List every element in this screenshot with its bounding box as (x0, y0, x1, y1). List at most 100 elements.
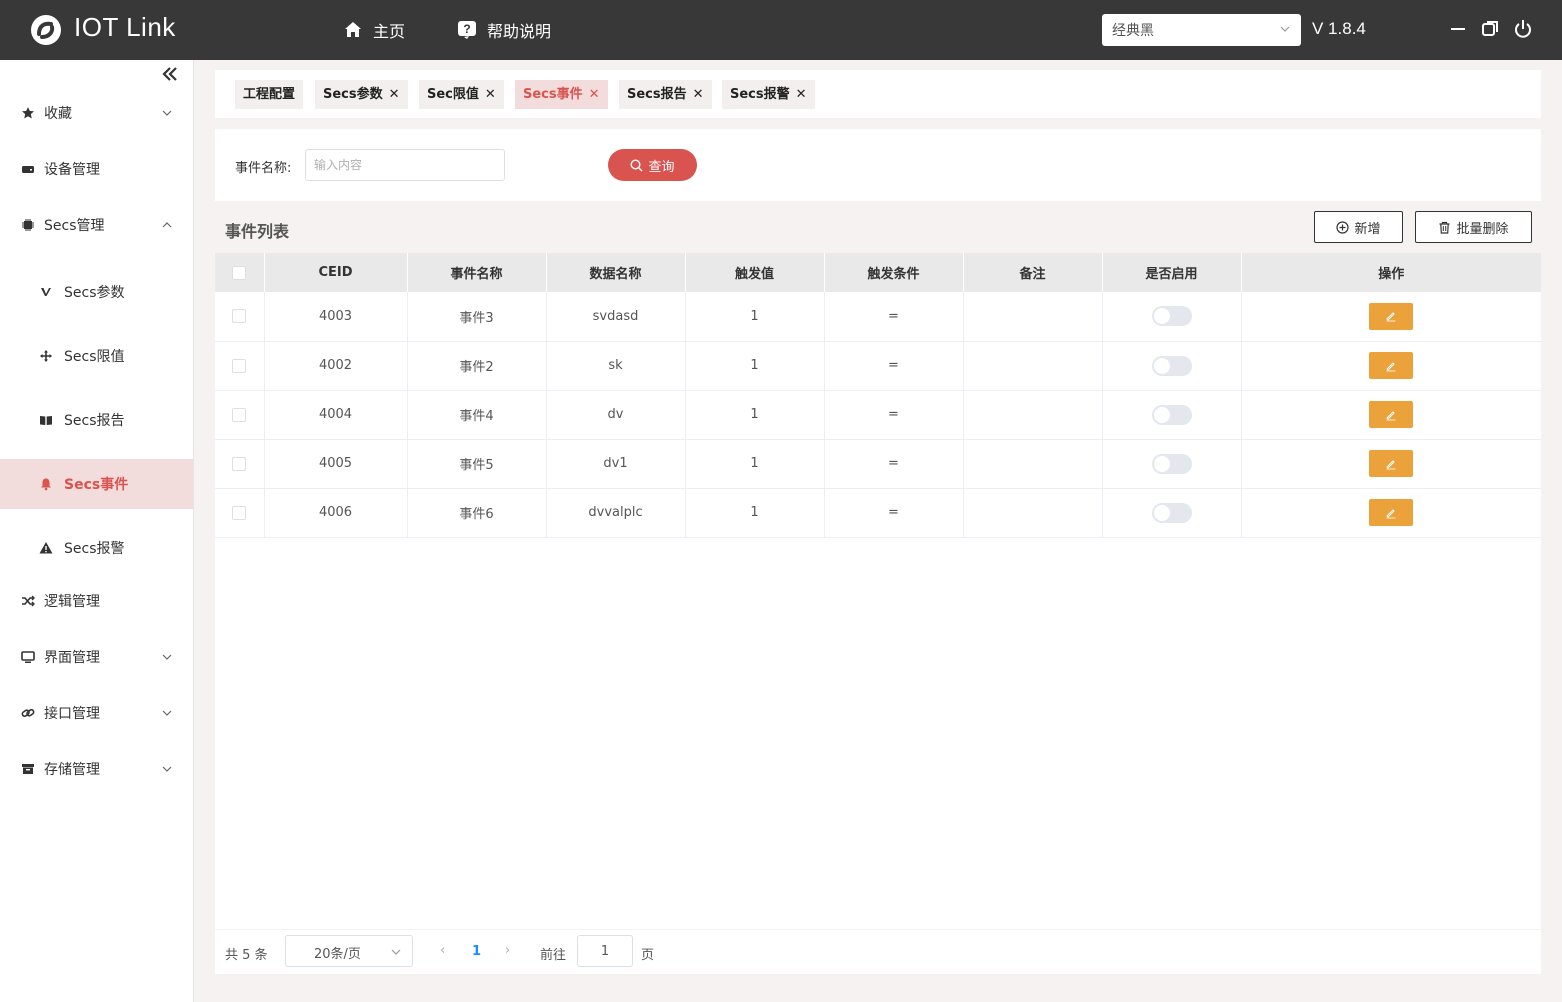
event-name-input[interactable] (305, 149, 505, 181)
tab-secs-alarm[interactable]: Secs报警 ✕ (722, 80, 815, 109)
shuffle-icon (20, 593, 36, 609)
sidebar-item-label: 界面管理 (44, 650, 100, 666)
warning-icon (38, 540, 54, 556)
edit-button[interactable] (1369, 450, 1414, 477)
cell-event-name: 事件6 (407, 488, 547, 537)
sidebar-item-label: 接口管理 (44, 706, 100, 722)
close-icon[interactable]: ✕ (693, 80, 704, 109)
column-header: 数据名称 (546, 253, 686, 292)
chevron-down-icon (1280, 26, 1290, 32)
sidebar-item-secs[interactable]: Secs管理 (0, 200, 193, 250)
close-icon[interactable]: ✕ (796, 80, 807, 109)
enable-toggle[interactable] (1151, 306, 1192, 327)
sidebar-item-logic[interactable]: 逻辑管理 (0, 576, 193, 626)
chevron-down-icon (391, 949, 401, 955)
sidebar-item-secs-param[interactable]: Secs参数 (0, 267, 193, 317)
edit-button[interactable] (1369, 352, 1414, 379)
cell-event-name: 事件5 (407, 439, 547, 488)
cell-note (963, 439, 1103, 488)
chevron-down-icon (162, 654, 172, 660)
tab-label: Secs事件 (523, 87, 583, 102)
close-icon[interactable]: ✕ (389, 80, 400, 109)
restore-icon[interactable] (1480, 18, 1502, 40)
cell-trigger-value: 1 (685, 292, 825, 341)
search-icon (630, 158, 643, 171)
edit-button[interactable] (1369, 499, 1414, 526)
enable-toggle[interactable] (1151, 453, 1192, 474)
search-label: 事件名称: (235, 161, 292, 176)
column-header: 备注 (963, 253, 1103, 292)
sidebar-item-storage[interactable]: 存储管理 (0, 744, 193, 794)
cell-data-name: sk (546, 341, 686, 390)
cell-trigger-value: 1 (685, 439, 825, 488)
sidebar-item-secs-limit[interactable]: Secs限值 (0, 331, 193, 381)
add-button[interactable]: 新增 (1314, 211, 1403, 243)
edit-button[interactable] (1369, 401, 1414, 428)
table-row: 4002 事件2 sk 1 = (215, 341, 1541, 390)
enable-toggle[interactable] (1151, 404, 1192, 425)
batch-delete-button[interactable]: 批量删除 (1415, 211, 1532, 243)
cell-ceid: 4006 (264, 488, 408, 537)
column-header: 是否启用 (1102, 253, 1242, 292)
theme-select[interactable]: 经典黑 (1102, 14, 1301, 46)
cell-ceid: 4003 (264, 292, 408, 341)
power-icon[interactable] (1512, 18, 1534, 40)
cell-trigger-value: 1 (685, 488, 825, 537)
row-checkbox[interactable] (232, 407, 247, 422)
help-icon: ? (458, 21, 476, 39)
sidebar-item-secs-report[interactable]: Secs报告 (0, 395, 193, 445)
chevron-down-icon (162, 766, 172, 772)
total-count: 共 5 条 (225, 948, 268, 963)
app-logo-icon (31, 15, 61, 45)
current-page[interactable]: 1 (472, 944, 481, 959)
chevron-up-icon (162, 222, 172, 228)
tab-secs-report[interactable]: Secs报告 ✕ (619, 80, 712, 109)
cell-data-name: dvvalplc (546, 488, 686, 537)
query-button-label: 查询 (648, 159, 675, 175)
cell-ceid: 4004 (264, 390, 408, 439)
trash-icon (1439, 221, 1450, 234)
sidebar-item-label: 存储管理 (44, 762, 100, 778)
select-all-checkbox[interactable] (232, 265, 247, 280)
nav-home[interactable]: 主页 (343, 18, 405, 42)
collapse-sidebar-icon[interactable] (160, 64, 180, 84)
sidebar-item-interface[interactable]: 接口管理 (0, 688, 193, 738)
query-button[interactable]: 查询 (608, 149, 697, 181)
prev-page-icon[interactable]: ‹ (440, 943, 445, 958)
cell-data-name: dv1 (546, 439, 686, 488)
goto-page-input[interactable] (577, 935, 633, 967)
cell-event-name: 事件2 (407, 341, 547, 390)
tab-label: 工程配置 (243, 87, 296, 102)
cell-note (963, 390, 1103, 439)
archive-icon (20, 761, 36, 777)
page-size-select[interactable]: 20条/页 (285, 935, 413, 967)
tab-secs-limit[interactable]: Sec限值 ✕ (419, 80, 504, 109)
sidebar-item-favorites[interactable]: 收藏 (0, 88, 193, 138)
tab-secs-param[interactable]: Secs参数 ✕ (315, 80, 408, 109)
minimize-icon[interactable] (1448, 18, 1470, 40)
pagination: 共 5 条 20条/页 ‹ 1 › 前往 页 (215, 930, 1541, 974)
enable-toggle[interactable] (1151, 355, 1192, 376)
star-icon (20, 105, 36, 121)
row-checkbox[interactable] (232, 309, 247, 324)
row-checkbox[interactable] (232, 456, 247, 471)
row-checkbox[interactable] (232, 505, 247, 520)
edit-button[interactable] (1369, 302, 1414, 330)
sidebar-item-device[interactable]: 设备管理 (0, 144, 193, 194)
tab-project-config[interactable]: 工程配置 (235, 80, 304, 109)
nav-help[interactable]: ? 帮助说明 (457, 18, 551, 42)
close-icon[interactable]: ✕ (589, 80, 600, 109)
app-title: IOT Link (74, 12, 176, 42)
cell-data-name: dv (546, 390, 686, 439)
sidebar-item-secs-event[interactable]: Secs事件 (0, 459, 193, 509)
close-icon[interactable]: ✕ (485, 80, 496, 109)
plus-circle-icon (1336, 220, 1350, 234)
tab-secs-event[interactable]: Secs事件 ✕ (515, 80, 608, 109)
enable-toggle[interactable] (1151, 502, 1192, 523)
book-icon (38, 412, 54, 428)
next-page-icon[interactable]: › (505, 943, 510, 958)
sidebar-item-ui[interactable]: 界面管理 (0, 632, 193, 682)
row-checkbox[interactable] (232, 358, 247, 373)
cell-ceid: 4002 (264, 341, 408, 390)
sidebar-item-secs-alarm[interactable]: Secs报警 (0, 523, 193, 573)
